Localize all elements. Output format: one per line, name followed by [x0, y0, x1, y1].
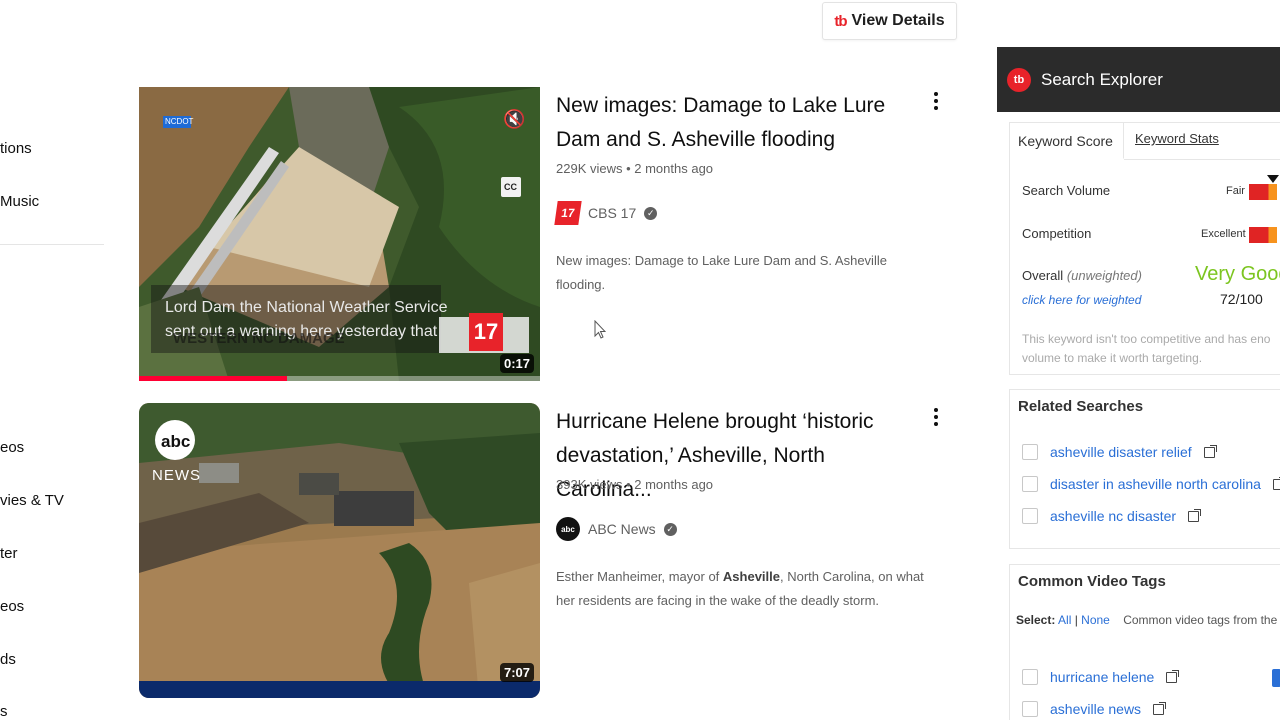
video-meta: 393K views • 2 months ago	[556, 477, 714, 492]
keyword-score-card: Keyword Score Keyword Stats Search Volum…	[1009, 122, 1280, 375]
competition-label: Competition	[1022, 226, 1092, 241]
scrollbar-thumb[interactable]	[1272, 669, 1280, 687]
external-link-icon[interactable]	[1153, 701, 1167, 715]
checkbox[interactable]	[1022, 669, 1038, 685]
sidebar-item-movies-tv[interactable]: vies & TV	[0, 492, 64, 509]
search-volume-bar	[1249, 184, 1277, 200]
ncdot-badge: NCDOT	[165, 117, 194, 126]
lower-third-text: WESTERN NC DAMAGE	[173, 330, 345, 347]
related-search-item[interactable]: asheville disaster relief	[1022, 444, 1217, 460]
channel-row[interactable]: abc ABC News ✓	[556, 517, 677, 541]
tubebuddy-logo-icon: tb	[1007, 67, 1031, 92]
panel-header: tb Search Explorer	[997, 47, 1280, 112]
video-description: Esther Manheimer, mayor of Asheville, No…	[556, 569, 924, 608]
competition-value: Excellent	[1201, 228, 1246, 240]
tags-note: Common video tags from the to	[1123, 613, 1280, 627]
verified-icon: ✓	[663, 522, 677, 536]
video-tag-item[interactable]: hurricane helene	[1022, 669, 1180, 685]
overall-score: 72/100	[1220, 291, 1263, 307]
keyword-summary: This keyword isn't too competitive and h…	[1022, 332, 1271, 365]
video-tags-title: Common Video Tags	[1018, 573, 1166, 590]
channel-name[interactable]: ABC News	[588, 521, 656, 537]
sidebar: tions Music eos vies & TV ter eos ds s	[0, 0, 110, 720]
video-tag-item[interactable]: asheville news	[1022, 701, 1167, 717]
verified-icon: ✓	[644, 206, 658, 220]
related-searches-card: Related Searches asheville disaster reli…	[1009, 389, 1280, 549]
video-duration: 7:07	[499, 663, 534, 682]
sidebar-item-theater[interactable]: ter	[0, 545, 18, 562]
channel-avatar[interactable]: abc	[556, 517, 580, 541]
related-search-item[interactable]: disaster in asheville north carolina	[1022, 476, 1280, 492]
select-row: Select: All | None Common video tags fro…	[1016, 613, 1280, 627]
related-search-item[interactable]: asheville nc disaster	[1022, 508, 1202, 524]
overall-label: Overall (unweighted)	[1022, 268, 1142, 283]
sidebar-divider	[0, 244, 104, 245]
sidebar-item-last[interactable]: s	[0, 703, 8, 720]
flood-aerial-image	[139, 403, 540, 698]
search-volume-label: Search Volume	[1022, 183, 1111, 198]
score-marker-icon	[1267, 175, 1279, 183]
caption-line-1: Lord Dam the National Weather Service	[165, 299, 448, 316]
weighted-link[interactable]: click here for weighted	[1022, 293, 1141, 307]
view-details-button[interactable]: tb View Details	[822, 2, 957, 40]
view-details-label: View Details	[851, 12, 945, 29]
common-video-tags-card: Common Video Tags Select: All | None Com…	[1009, 564, 1280, 720]
sidebar-item-subscriptions[interactable]: tions	[0, 140, 32, 157]
video-description: New images: Damage to Lake Lure Dam and …	[556, 253, 887, 292]
checkbox[interactable]	[1022, 476, 1038, 492]
news-logo-text: NEWS	[152, 467, 201, 484]
checkbox[interactable]	[1022, 444, 1038, 460]
select-none-link[interactable]: None	[1081, 613, 1110, 627]
closed-captions-icon[interactable]: CC	[504, 182, 517, 192]
search-explorer-panel: tb Search Explorer Keyword Score Keyword…	[997, 47, 1280, 720]
video-duration: 0:17	[499, 354, 534, 373]
external-link-icon[interactable]	[1188, 508, 1202, 522]
competition-bar	[1249, 227, 1277, 243]
overall-rating: Very Good	[1195, 263, 1280, 285]
checkbox[interactable]	[1022, 508, 1038, 524]
external-link-icon[interactable]	[1166, 669, 1180, 683]
sidebar-item-downloads[interactable]: ds	[0, 651, 16, 668]
tab-keyword-score[interactable]: Keyword Score	[1018, 133, 1113, 149]
external-link-icon[interactable]	[1203, 444, 1217, 458]
video-thumbnail[interactable]: abc NEWS 7:07	[139, 403, 540, 698]
sidebar-item-music[interactable]: Music	[0, 193, 39, 210]
search-volume-value: Fair	[1226, 185, 1245, 197]
video-thumbnail[interactable]: NCDOT 🔇 CC Lord Dam the National Weather…	[139, 87, 540, 381]
tubebuddy-logo-icon: tb	[834, 12, 847, 30]
sidebar-item-videos-2[interactable]: eos	[0, 598, 24, 615]
select-all-link[interactable]: All	[1058, 613, 1071, 627]
channel-name[interactable]: CBS 17	[588, 205, 636, 221]
video-title[interactable]: New images: Damage to Lake Lure Dam and …	[556, 89, 916, 157]
channel-row[interactable]: 17 CBS 17 ✓	[554, 201, 658, 225]
tab-keyword-stats[interactable]: Keyword Stats	[1135, 131, 1219, 146]
station-logo: 17	[469, 313, 503, 351]
panel-title: Search Explorer	[1041, 69, 1163, 89]
mute-icon[interactable]: 🔇	[503, 109, 525, 129]
related-searches-title: Related Searches	[1018, 398, 1144, 415]
abc-logo: abc	[161, 432, 191, 451]
more-actions-icon[interactable]	[928, 405, 944, 429]
video-meta: 229K views • 2 months ago	[556, 161, 714, 176]
checkbox[interactable]	[1022, 701, 1038, 717]
sidebar-item-videos[interactable]: eos	[0, 439, 24, 456]
external-link-icon[interactable]	[1272, 476, 1280, 490]
channel-avatar[interactable]: 17	[554, 201, 582, 225]
mouse-cursor-icon	[594, 320, 606, 339]
more-actions-icon[interactable]	[928, 89, 944, 113]
